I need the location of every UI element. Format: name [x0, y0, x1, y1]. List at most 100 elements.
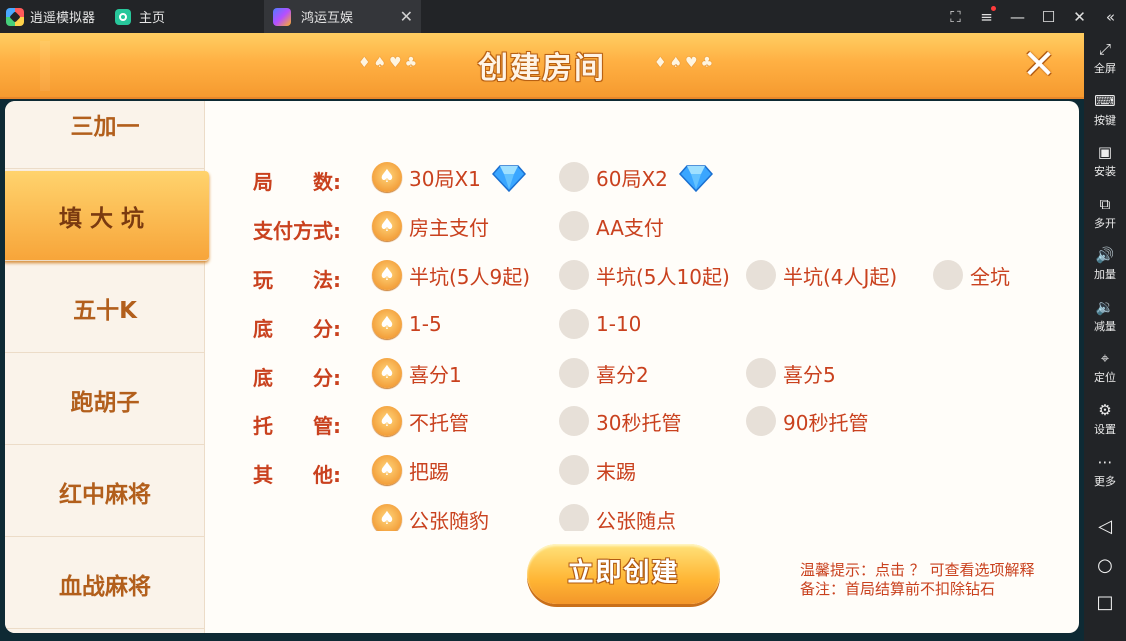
emulator-sidebar: ⤢ 全屏 ⌨ 按键 ▣ 安装 ⧉ 多开 🔊 加量 🔉 减量 ⌖ 定位 ⚙ 设置 ⋯ 更多 ◁ ○ □ [1084, 33, 1126, 641]
sidebar-item-apk[interactable]: ▣ 安装 [1084, 142, 1126, 179]
screenshot-icon[interactable]: ⛶ [940, 8, 971, 26]
multi-instance-icon: ⧉ [1099, 195, 1111, 213]
sidebar-item-label: 加量 [1094, 268, 1116, 281]
nav-home-icon[interactable]: ○ [1084, 555, 1126, 576]
more-icon: ⋯ [1097, 453, 1113, 471]
radio-selected-icon[interactable] [372, 455, 402, 485]
radio-unselected-icon[interactable] [746, 358, 776, 388]
option-radio[interactable]: 喜分1 [372, 358, 462, 388]
option-radio[interactable]: 房主支付 [372, 211, 489, 241]
nav-back-icon[interactable]: ◁ [1084, 516, 1126, 537]
collapse-sidebar-icon[interactable]: « [1095, 8, 1126, 26]
app-name: 逍遥模拟器 [30, 11, 96, 26]
radio-unselected-icon[interactable] [559, 309, 589, 339]
option-label: AA支付 [596, 215, 664, 240]
create-room-button[interactable]: 立即创建 [527, 544, 720, 604]
option-label: 半坑(5人10起) [596, 264, 730, 289]
radio-selected-icon[interactable] [372, 162, 402, 192]
suits-right-decoration: ♦♠♥♣ [654, 55, 717, 71]
minimize-button[interactable]: — [1002, 8, 1033, 26]
option-radio[interactable]: 30秒托管 [559, 406, 681, 436]
radio-unselected-icon[interactable] [559, 260, 589, 290]
option-label: 1-5 [409, 312, 442, 336]
app-title[interactable]: 逍遥模拟器 [6, 7, 95, 26]
dialog-title: 创建房间 [478, 51, 606, 86]
emulator-titlebar: 逍遥模拟器 主页 鸿运互娱 ✕ ⛶ ≡ — ☐ ✕ « [0, 0, 1126, 33]
window-controls: ⛶ ≡ — ☐ ✕ « [940, 0, 1126, 33]
option-radio[interactable]: 末踢 [559, 455, 636, 485]
option-radio[interactable]: 喜分2 [559, 358, 649, 388]
option-row-label: 托 管: [253, 414, 341, 438]
option-radio[interactable]: 半坑(4人J起) [746, 260, 897, 290]
radio-unselected-icon[interactable] [559, 358, 589, 388]
sidebar-item-volume-up[interactable]: 🔊 加量 [1084, 245, 1126, 282]
option-row-label: 底 分: [253, 317, 341, 341]
option-label: 喜分5 [783, 362, 836, 387]
tab-home[interactable]: 主页 [115, 7, 165, 26]
sidebar-item-volume-down[interactable]: 🔉 减量 [1084, 297, 1126, 334]
tips: 温馨提示：点击 ？ 可查看选项解释 备注：首局结算前不扣除钻石 [800, 561, 1035, 599]
option-radio[interactable]: 30局X1 [372, 162, 526, 192]
sidebar-item-location[interactable]: ⌖ 定位 [1084, 348, 1126, 385]
fullscreen-icon: ⤢ [1098, 40, 1111, 58]
nav-recent-icon[interactable]: □ [1084, 592, 1126, 613]
option-radio[interactable]: 90秒托管 [746, 406, 868, 436]
apk-icon: ▣ [1097, 143, 1113, 161]
tab-home-label: 主页 [139, 11, 166, 26]
tab-game-type[interactable]: 红中麻将 [5, 447, 205, 537]
option-label: 把踢 [409, 459, 449, 484]
option-label: 1-10 [596, 312, 642, 336]
option-radio[interactable]: 不托管 [372, 406, 469, 436]
location-icon: ⌖ [1100, 349, 1110, 367]
diamond-icon [678, 165, 713, 192]
sidebar-item-gear[interactable]: ⚙ 设置 [1084, 400, 1126, 437]
option-radio[interactable]: 60局X2 [559, 162, 713, 192]
game-viewport: ♦♠♥♣ 创建房间 ♦♠♥♣ ✕ 三加一 填大坑 五十K 跑胡子 红中麻将 血战麻将 局 … [0, 33, 1084, 641]
radio-unselected-icon[interactable] [933, 260, 963, 290]
radio-selected-icon[interactable] [372, 504, 402, 531]
sidebar-item-multi-instance[interactable]: ⧉ 多开 [1084, 194, 1126, 231]
sidebar-item-label: 定位 [1094, 371, 1116, 384]
option-radio[interactable]: 半坑(5人9起) [372, 260, 530, 290]
radio-unselected-icon[interactable] [746, 406, 776, 436]
radio-unselected-icon[interactable] [559, 211, 589, 241]
option-label: 房主支付 [409, 215, 489, 240]
tab-close-icon[interactable]: ✕ [400, 7, 413, 26]
radio-selected-icon[interactable] [372, 358, 402, 388]
radio-selected-icon[interactable] [372, 309, 402, 339]
sidebar-item-keyboard[interactable]: ⌨ 按键 [1084, 91, 1126, 128]
radio-unselected-icon[interactable] [559, 406, 589, 436]
option-label: 末踢 [596, 459, 636, 484]
tab-game-type[interactable]: 五十K [5, 263, 205, 353]
option-radio[interactable]: 全坑 [933, 260, 1010, 290]
maximize-button[interactable]: ☐ [1033, 8, 1064, 26]
option-radio[interactable]: 半坑(5人10起) [559, 260, 730, 290]
emulator-logo-icon [6, 7, 24, 26]
sidebar-item-fullscreen[interactable]: ⤢ 全屏 [1084, 39, 1126, 76]
radio-selected-icon[interactable] [372, 211, 402, 241]
sidebar-item-more[interactable]: ⋯ 更多 [1084, 452, 1126, 489]
sidebar-item-label: 按键 [1094, 114, 1116, 127]
radio-selected-icon[interactable] [372, 406, 402, 436]
dialog-close-icon[interactable]: ✕ [1018, 45, 1060, 87]
option-radio[interactable]: 公张随点 [559, 504, 676, 531]
radio-unselected-icon[interactable] [559, 504, 589, 531]
radio-selected-icon[interactable] [372, 260, 402, 290]
radio-unselected-icon[interactable] [559, 455, 589, 485]
radio-unselected-icon[interactable] [746, 260, 776, 290]
tab-game-type[interactable]: 填大坑 [5, 171, 209, 261]
option-radio[interactable]: 把踢 [372, 455, 449, 485]
radio-unselected-icon[interactable] [559, 162, 589, 192]
option-radio[interactable]: 1-5 [372, 309, 442, 339]
options-area[interactable]: 局 数: 30局X1 60局X2 支付方式: 房主支付 AA支付玩 法: 半坑(5人9起) 半… [205, 101, 1079, 531]
option-radio[interactable]: 公张随豹 [372, 504, 489, 531]
close-button[interactable]: ✕ [1064, 8, 1095, 26]
option-radio[interactable]: 1-10 [559, 309, 641, 339]
tab-game-type[interactable]: 血战麻将 [5, 539, 205, 629]
tab-game-type[interactable]: 三加一 [5, 101, 205, 169]
tab-game[interactable]: 鸿运互娱 ✕ [264, 0, 421, 33]
menu-icon[interactable]: ≡ [971, 5, 1002, 26]
tab-game-type[interactable]: 跑胡子 [5, 355, 205, 445]
option-radio[interactable]: 喜分5 [746, 358, 836, 388]
option-radio[interactable]: AA支付 [559, 211, 664, 241]
